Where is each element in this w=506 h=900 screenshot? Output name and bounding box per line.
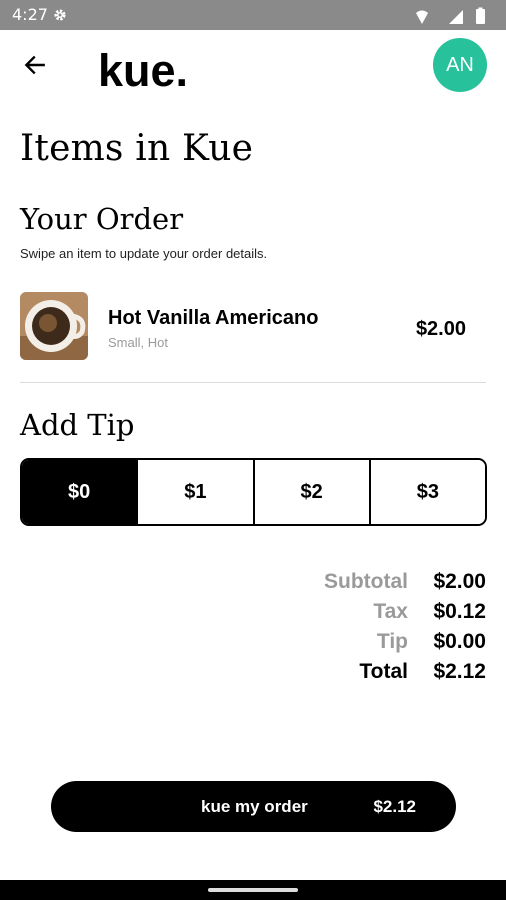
subtotal-value: $2.00 [433, 570, 486, 593]
status-time: 4:27 [12, 5, 48, 24]
cta-label: kue my order [201, 797, 308, 816]
avatar[interactable]: AN [433, 38, 487, 92]
status-bar: 4:27 [0, 0, 506, 30]
home-indicator[interactable] [208, 888, 298, 892]
tax-label: Tax [373, 600, 408, 623]
item-name: Hot Vanilla Americano [108, 307, 319, 329]
summary-subtotal-row: Subtotal $2.00 [226, 570, 486, 596]
total-value: $2.12 [433, 660, 486, 683]
battery-icon [476, 7, 485, 24]
tax-value: $0.12 [433, 600, 486, 623]
summary-tip-row: Tip $0.00 [226, 630, 486, 656]
svg-text:kue.: kue. [98, 45, 188, 92]
summary-total-row: Total $2.12 [226, 660, 486, 686]
tip-option-2[interactable]: $2 [252, 460, 369, 524]
tip-option-3[interactable]: $3 [368, 460, 485, 524]
order-hint: Swipe an item to update your order detai… [20, 246, 268, 261]
back-arrow-icon[interactable] [22, 52, 48, 78]
order-heading: Your Order [20, 202, 184, 236]
summary-tax-row: Tax $0.12 [226, 600, 486, 626]
item-thumbnail [20, 292, 88, 360]
divider [20, 382, 486, 383]
brand-logo: kue. [98, 45, 188, 92]
tip-label: Tip [376, 630, 408, 653]
order-item[interactable]: Hot Vanilla Americano Small, Hot $2.00 [20, 292, 486, 362]
system-nav-bar [0, 880, 506, 900]
item-price: $2.00 [415, 318, 466, 340]
wifi-icon [416, 10, 428, 24]
signal-icon [449, 10, 463, 24]
status-icons [416, 7, 485, 24]
tip-value: $0.00 [433, 630, 486, 653]
item-options: Small, Hot [108, 335, 168, 350]
gear-icon [54, 9, 66, 21]
cta-amount: $2.12 [373, 797, 416, 816]
tip-option-0[interactable]: $0 [22, 460, 137, 524]
tip-option-1[interactable]: $1 [136, 460, 253, 524]
tip-heading: Add Tip [20, 408, 135, 442]
tip-selector: $0 $1 $2 $3 [20, 458, 487, 526]
total-label: Total [359, 660, 408, 683]
kue-order-button[interactable]: kue my order $2.12 [51, 781, 456, 832]
page-title: Items in Kue [20, 128, 254, 169]
subtotal-label: Subtotal [324, 570, 408, 593]
